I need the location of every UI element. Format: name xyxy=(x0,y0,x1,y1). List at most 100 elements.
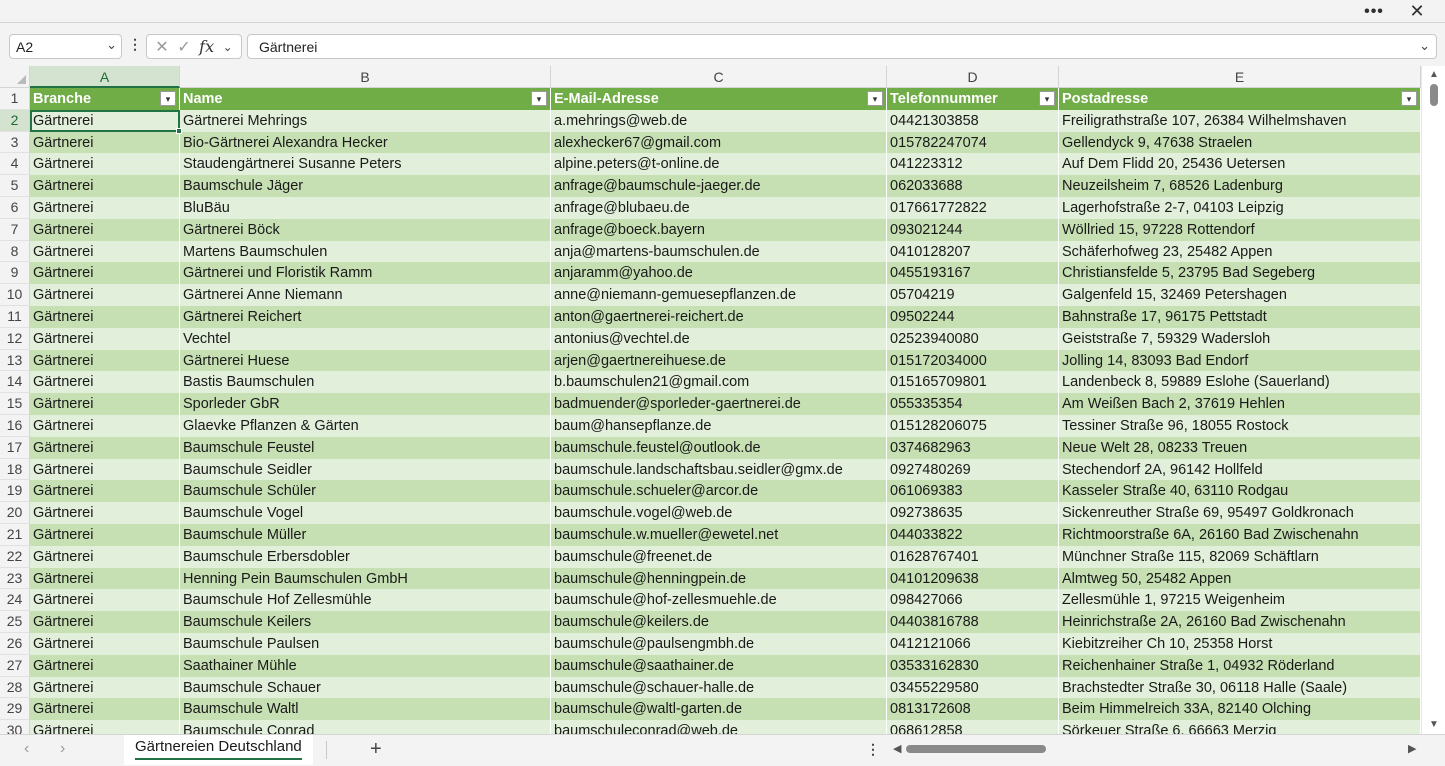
table-cell[interactable]: BluBäu xyxy=(180,197,551,219)
table-cell[interactable]: Saathainer Mühle xyxy=(180,654,551,677)
table-cell[interactable]: Sickenreuther Straße 69, 95497 Goldkrona… xyxy=(1059,502,1421,525)
table-cell[interactable]: baumschule.w.mueller@ewetel.net xyxy=(551,524,887,546)
table-cell[interactable]: Gärtnerei xyxy=(30,109,180,132)
table-cell[interactable]: Almtweg 50, 25482 Appen xyxy=(1059,567,1421,590)
table-cell[interactable]: 0927480269 xyxy=(887,458,1059,481)
table-cell[interactable]: Gärtnerei xyxy=(30,524,180,546)
table-cell[interactable]: Baumschule Hof Zellesmühle xyxy=(180,589,551,612)
formula-bar-more-icon[interactable]: ⋮ xyxy=(128,36,142,53)
column-title-cell[interactable]: E-Mail-Adresse ▾ xyxy=(551,88,887,110)
table-cell[interactable]: arjen@gaertnereihuese.de xyxy=(551,349,887,372)
table-cell[interactable]: Gärtnerei xyxy=(30,197,180,219)
row-header[interactable]: 15 xyxy=(0,393,30,415)
table-cell[interactable]: 09502244 xyxy=(887,306,1059,328)
scroll-up-icon[interactable]: ▲ xyxy=(1429,69,1439,80)
table-cell[interactable]: 0374682963 xyxy=(887,436,1059,459)
table-cell[interactable]: Jolling 14, 83093 Bad Endorf xyxy=(1059,349,1421,372)
name-box[interactable]: A2 ⌄ xyxy=(9,34,122,59)
table-cell[interactable]: Heinrichstraße 2A, 26160 Bad Zwischenahn xyxy=(1059,611,1421,634)
row-header[interactable]: 18 xyxy=(0,458,30,481)
filter-dropdown-icon[interactable]: ▾ xyxy=(531,91,547,106)
column-title-cell[interactable]: Branche ▾ xyxy=(30,88,180,110)
table-cell[interactable]: Baumschule Müller xyxy=(180,524,551,546)
table-cell[interactable]: Gärtnerei xyxy=(30,349,180,372)
table-cell[interactable]: 098427066 xyxy=(887,589,1059,612)
row-header[interactable]: 16 xyxy=(0,415,30,437)
more-options-icon[interactable]: ••• xyxy=(1358,0,1390,23)
column-header-c[interactable]: C xyxy=(551,66,887,88)
table-cell[interactable]: 068612858 xyxy=(887,720,1059,734)
table-cell[interactable]: Baumschule Jäger xyxy=(180,175,551,198)
table-cell[interactable]: Bastis Baumschulen xyxy=(180,371,551,394)
table-cell[interactable]: Baumschule Waltl xyxy=(180,698,551,721)
sheet-tab-gaertnereien[interactable]: Gärtnereien Deutschland xyxy=(124,735,313,765)
row-header[interactable]: 24 xyxy=(0,589,30,612)
table-cell[interactable]: Baumschule Keilers xyxy=(180,611,551,634)
table-cell[interactable]: 015172034000 xyxy=(887,349,1059,372)
row-header[interactable]: 10 xyxy=(0,284,30,306)
table-cell[interactable]: Gärtnerei xyxy=(30,676,180,699)
row-header[interactable]: 13 xyxy=(0,349,30,372)
table-cell[interactable]: Glaevke Pflanzen & Gärten xyxy=(180,415,551,437)
table-cell[interactable]: Gärtnerei xyxy=(30,654,180,677)
row-header[interactable]: 9 xyxy=(0,262,30,285)
expand-formula-icon[interactable]: ⌄ xyxy=(1419,38,1430,54)
table-cell[interactable]: baumschule@keilers.de xyxy=(551,611,887,634)
table-cell[interactable]: Zellesmühle 1, 97215 Weigenheim xyxy=(1059,589,1421,612)
table-cell[interactable]: 04101209638 xyxy=(887,567,1059,590)
row-header[interactable]: 20 xyxy=(0,502,30,524)
table-cell[interactable]: Reichenhainer Straße 1, 04932 Röderland xyxy=(1059,654,1421,677)
table-cell[interactable]: 092738635 xyxy=(887,502,1059,525)
table-cell[interactable]: Lagerhofstraße 2-7, 04103 Leipzig xyxy=(1059,197,1421,219)
table-cell[interactable]: 04421303858 xyxy=(887,109,1059,132)
filter-dropdown-icon[interactable]: ▾ xyxy=(1401,91,1417,106)
table-cell[interactable]: Gärtnerei xyxy=(30,175,180,198)
scroll-left-icon[interactable]: ◀ xyxy=(893,742,901,755)
table-cell[interactable]: Baumschule Erbersdobler xyxy=(180,545,551,568)
select-all-button[interactable] xyxy=(0,66,30,88)
table-cell[interactable]: Sporleder GbR xyxy=(180,393,551,416)
table-cell[interactable]: Gärtnerei xyxy=(30,698,180,721)
row-header[interactable]: 2 xyxy=(0,109,30,132)
table-cell[interactable]: 017661772822 xyxy=(887,197,1059,219)
table-cell[interactable]: Baumschule Vogel xyxy=(180,502,551,525)
table-cell[interactable]: Gärtnerei xyxy=(30,436,180,459)
table-cell[interactable]: Gärtnerei xyxy=(30,589,180,612)
table-cell[interactable]: Gärtnerei xyxy=(30,153,180,176)
table-cell[interactable]: Gärtnerei xyxy=(30,415,180,437)
row-header[interactable]: 26 xyxy=(0,633,30,655)
table-cell[interactable]: 062033688 xyxy=(887,175,1059,198)
table-cell[interactable]: Bio-Gärtnerei Alexandra Hecker xyxy=(180,131,551,154)
table-cell[interactable]: 093021244 xyxy=(887,218,1059,241)
table-cell[interactable]: 0455193167 xyxy=(887,262,1059,285)
row-header[interactable]: 7 xyxy=(0,218,30,241)
worksheet-grid[interactable]: A B C D E 1 Branche ▾ Name ▾ E-Mail-Adresse ▾ Telefo… xyxy=(0,66,1445,734)
table-cell[interactable]: Gärtnerei xyxy=(30,633,180,655)
table-cell[interactable]: 015128206075 xyxy=(887,415,1059,437)
table-cell[interactable]: 03533162830 xyxy=(887,654,1059,677)
table-cell[interactable]: baum@hansepflanze.de xyxy=(551,415,887,437)
table-cell[interactable]: Gärtnerei Böck xyxy=(180,218,551,241)
table-cell[interactable]: 055335354 xyxy=(887,393,1059,416)
table-cell[interactable]: 041223312 xyxy=(887,153,1059,176)
table-cell[interactable]: 061069383 xyxy=(887,480,1059,503)
table-cell[interactable]: Gärtnerei Reichert xyxy=(180,306,551,328)
table-cell[interactable]: anfrage@boeck.bayern xyxy=(551,218,887,241)
table-cell[interactable]: Kiebitzreiher Ch 10, 25358 Horst xyxy=(1059,633,1421,655)
table-cell[interactable]: Gärtnerei xyxy=(30,458,180,481)
table-cell[interactable]: Gärtnerei xyxy=(30,480,180,503)
table-cell[interactable]: Tessiner Straße 96, 18055 Rostock xyxy=(1059,415,1421,437)
row-header[interactable]: 23 xyxy=(0,567,30,590)
formula-input[interactable]: Gärtnerei ⌄ xyxy=(247,34,1437,59)
table-cell[interactable]: Gärtnerei xyxy=(30,545,180,568)
vertical-scrollbar[interactable]: ▲ ▼ xyxy=(1421,66,1445,734)
row-header[interactable]: 8 xyxy=(0,240,30,263)
table-cell[interactable]: Gärtnerei Huese xyxy=(180,349,551,372)
scroll-right-icon[interactable]: ▶ xyxy=(1408,742,1416,755)
table-cell[interactable]: alexhecker67@gmail.com xyxy=(551,131,887,154)
table-cell[interactable]: Gärtnerei xyxy=(30,262,180,285)
table-cell[interactable]: baumschule.schueler@arcor.de xyxy=(551,480,887,503)
table-cell[interactable]: b.baumschulen21@gmail.com xyxy=(551,371,887,394)
row-header[interactable]: 19 xyxy=(0,480,30,503)
row-header[interactable]: 4 xyxy=(0,153,30,176)
